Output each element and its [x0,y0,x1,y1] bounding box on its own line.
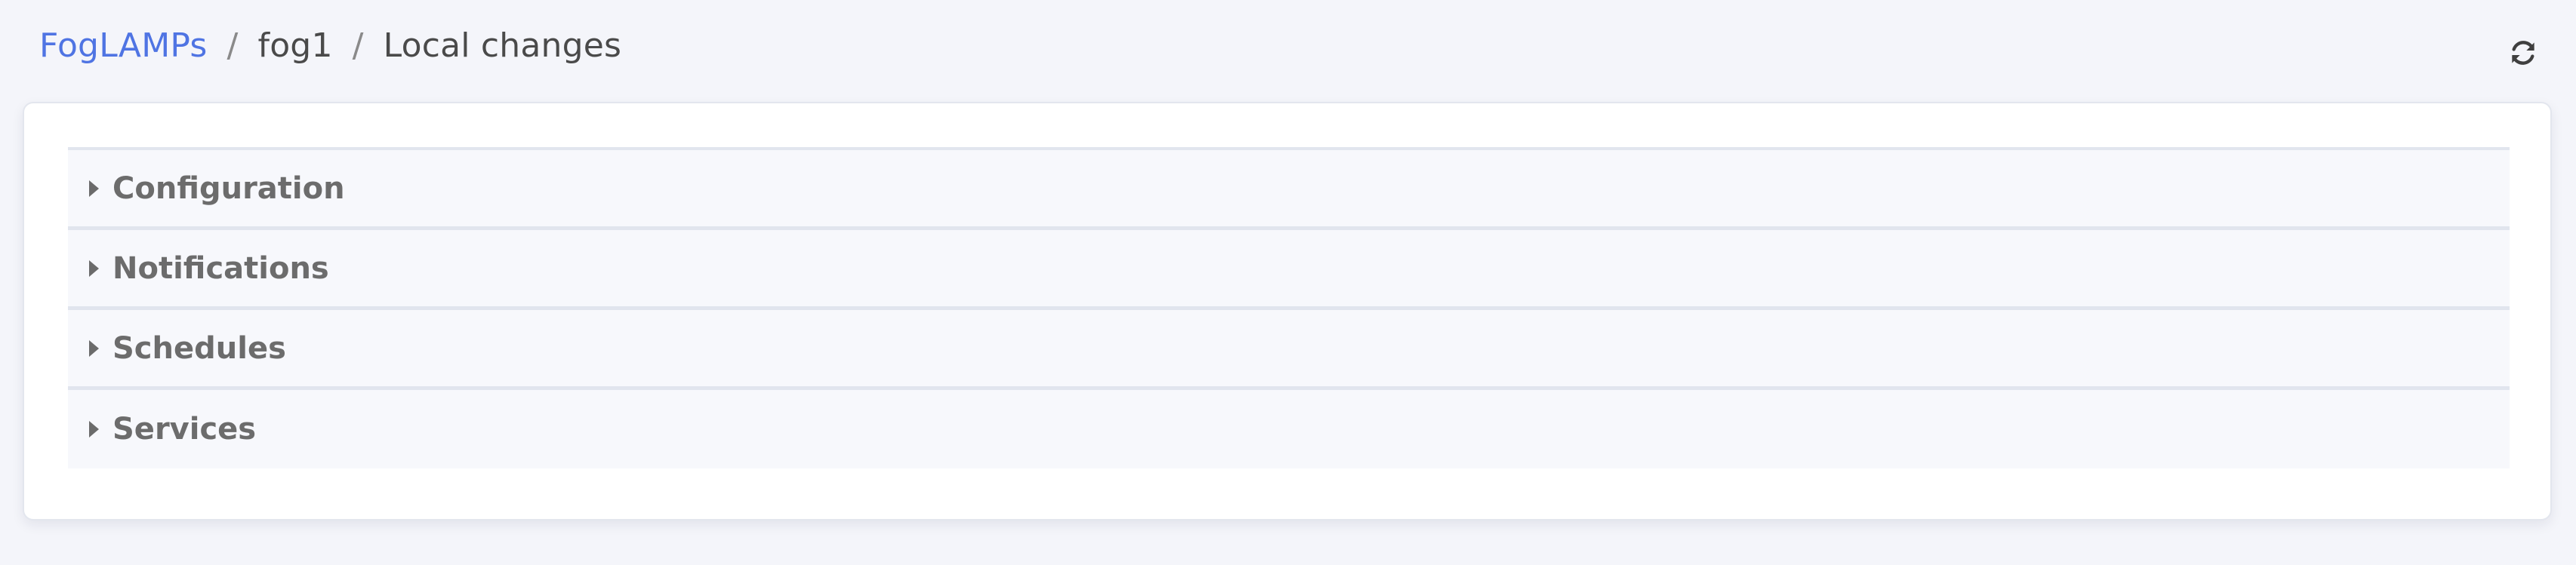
accordion-notifications[interactable]: Notifications [68,230,2510,310]
breadcrumb-current-page: Local changes [383,26,622,65]
breadcrumb-foglamps-link[interactable]: FogLAMPs [39,26,207,65]
caret-right-icon [89,339,99,357]
accordion-configuration-label: Configuration [112,170,345,206]
breadcrumb-instance: fog1 [257,26,333,65]
accordion-schedules[interactable]: Schedules [68,310,2510,390]
page-header: FogLAMPs / fog1 / Local changes [0,0,2576,91]
refresh-icon [2512,41,2534,65]
changes-accordion: Configuration Notifications Schedules Se… [68,147,2510,468]
local-changes-card: Configuration Notifications Schedules Se… [23,102,2552,520]
accordion-services[interactable]: Services [68,390,2510,468]
caret-right-icon [89,421,99,438]
breadcrumb-separator: / [352,26,364,65]
caret-right-icon [89,259,99,277]
accordion-services-label: Services [112,412,257,447]
refresh-button[interactable] [2504,33,2543,72]
accordion-notifications-label: Notifications [112,250,329,286]
accordion-configuration[interactable]: Configuration [68,150,2510,230]
breadcrumb-separator: / [226,26,239,65]
caret-right-icon [89,180,99,197]
accordion-schedules-label: Schedules [112,330,286,366]
breadcrumb: FogLAMPs / fog1 / Local changes [39,21,621,69]
